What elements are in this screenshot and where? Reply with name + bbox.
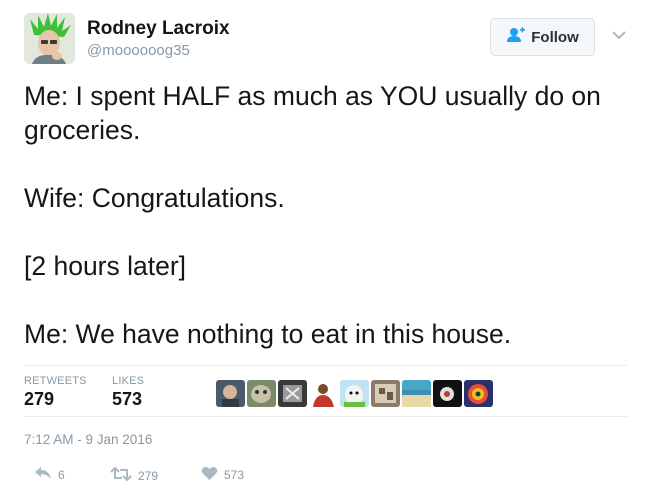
tweet-line: Me: We have nothing to eat in this house…	[24, 319, 512, 349]
liker-avatars	[216, 380, 493, 407]
tweet-line: [2 hours later]	[24, 251, 187, 281]
follow-button[interactable]: Follow	[490, 18, 595, 56]
tweet-line: Me: I spent HALF as much as YOU usually …	[24, 81, 601, 145]
liker-avatar-9[interactable]	[464, 380, 493, 407]
liker-avatar-5[interactable]	[340, 380, 369, 407]
liker-avatar-7[interactable]	[402, 380, 431, 407]
tweet-line: Wife: Congratulations.	[24, 183, 285, 213]
reply-button[interactable]: 6	[34, 466, 65, 483]
divider	[24, 365, 627, 366]
retweet-count: 279	[138, 468, 159, 483]
like-count: 573	[224, 468, 245, 482]
follow-button-label: Follow	[531, 28, 579, 46]
reply-count: 6	[58, 467, 65, 482]
retweet-icon	[110, 466, 132, 485]
liker-avatar-6[interactable]	[371, 380, 400, 407]
retweets-count[interactable]: 279	[24, 389, 54, 410]
divider	[24, 416, 627, 417]
author-avatar[interactable]	[24, 13, 75, 64]
reply-icon	[34, 466, 52, 483]
liker-avatar-1[interactable]	[216, 380, 245, 407]
likes-label: LIKES	[112, 375, 145, 387]
author-name[interactable]: Rodney Lacroix	[87, 18, 230, 40]
retweets-label: RETWEETS	[24, 375, 87, 387]
tweet-timestamp[interactable]: 7:12 AM - 9 Jan 2016	[24, 432, 152, 447]
like-button[interactable]: 573	[201, 466, 244, 484]
chevron-down-icon[interactable]	[611, 28, 627, 40]
liker-avatar-3[interactable]	[278, 380, 307, 407]
author-handle[interactable]: @moooooog35	[87, 42, 190, 59]
liker-avatar-2[interactable]	[247, 380, 276, 407]
likes-count[interactable]: 573	[112, 389, 142, 410]
retweet-button[interactable]: 279	[110, 466, 158, 485]
add-user-icon	[506, 27, 526, 47]
liker-avatar-4[interactable]	[309, 380, 338, 407]
heart-icon	[201, 466, 218, 484]
liker-avatar-8[interactable]	[433, 380, 462, 407]
